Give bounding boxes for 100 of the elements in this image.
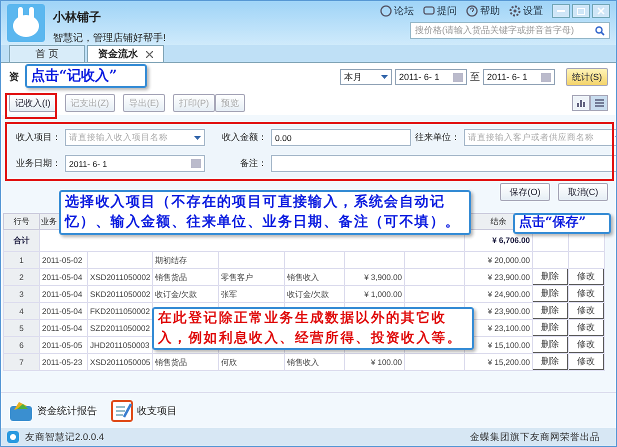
shortcut-link[interactable]: 收支项目 [111, 400, 177, 422]
field-label: 收入金额： [221, 131, 267, 144]
cancel-button[interactable]: 取消(C) [558, 183, 608, 201]
app-logo-icon [7, 431, 19, 443]
row-number: 3 [4, 286, 40, 302]
period-select[interactable]: 本月 [340, 69, 392, 85]
maximize-icon [577, 8, 585, 14]
version-text: 友商智慧记2.0.0.4 [25, 430, 104, 444]
shop-name: 小林铺子 [53, 9, 102, 26]
edit-button[interactable]: 修改 [569, 303, 604, 319]
header-link[interactable]: 提问 [423, 4, 457, 18]
close-icon[interactable] [146, 50, 153, 58]
callout: 在此登记除正常业务生成数据以外的其它收入，例如利息收入、经营所得、投资收入等。 [152, 307, 474, 350]
table-cell: 收订金/欠款 [284, 286, 344, 302]
table-cell: SKD2011050002 [88, 286, 152, 302]
calendar-icon [541, 72, 551, 82]
table-cell: 销售收入 [284, 268, 344, 286]
date-field[interactable]: 2011- 6- 1 [483, 69, 555, 85]
delete-button[interactable]: 删除 [533, 269, 568, 285]
close-icon [597, 7, 605, 15]
table-cell: ¥ 1,000.00 [344, 286, 404, 302]
minimize-icon [557, 10, 565, 12]
delete-button[interactable]: 删除 [533, 286, 568, 302]
edit-button[interactable]: 修改 [569, 269, 604, 285]
header-link[interactable]: 帮助 [466, 4, 500, 18]
row-number: 1 [4, 252, 40, 268]
credit-text: 金蝶集团旗下友商网荣誉出品 [470, 430, 600, 444]
row-number: 2 [4, 268, 40, 286]
edit-button[interactable]: 修改 [569, 337, 604, 353]
stats-button[interactable]: 统计(S) [566, 68, 608, 86]
close-button[interactable] [592, 4, 610, 18]
table-cell: 销售货品 [152, 354, 218, 370]
total-label: 合计 [4, 230, 40, 252]
table-cell: 张军 [218, 286, 284, 302]
checklist-icon [111, 400, 133, 422]
table-cell: 销售货品 [152, 268, 218, 286]
slogan: 智慧记，管理店铺好帮手! [53, 32, 166, 45]
tab[interactable]: 首 页 [9, 45, 85, 62]
highlight-frame [5, 93, 57, 119]
search-icon [595, 26, 605, 36]
amount-field[interactable]: 0.00 [271, 129, 411, 146]
folder-chart-icon [9, 400, 33, 422]
date-field[interactable]: 2011- 6- 1 [395, 69, 467, 85]
table-cell: 2011-05-04 [40, 320, 88, 336]
list-view-button[interactable] [590, 95, 608, 111]
callout: 点击“记收入” [25, 64, 147, 88]
tab[interactable]: 资金流水 [87, 45, 164, 62]
table-cell: ¥ 15,200.00 [464, 354, 532, 370]
table-cell: 2011-05-04 [40, 268, 88, 286]
table-cell: 何欣 [218, 354, 284, 370]
field-label: 往来单位： [415, 131, 460, 144]
dropdown-icon [381, 75, 388, 79]
row-number: 5 [4, 320, 40, 336]
shortcut-link[interactable]: 资金统计报告 [9, 400, 97, 422]
delete-button[interactable]: 删除 [533, 303, 568, 319]
settings-icon [509, 5, 521, 17]
column-header: 行号 [4, 214, 40, 230]
maximize-button[interactable] [572, 4, 590, 18]
bar-chart-icon [577, 99, 585, 107]
header-link[interactable]: 设置 [509, 4, 543, 18]
toolbar-button[interactable]: 记收入(I) [9, 94, 56, 112]
row-number: 4 [4, 302, 40, 320]
edit-button[interactable]: 修改 [569, 286, 604, 302]
delete-button[interactable]: 删除 [533, 354, 568, 370]
list-icon [594, 99, 604, 107]
table-cell: 2011-05-23 [40, 354, 88, 370]
table-cell: 2011-05-04 [40, 286, 88, 302]
table-cell: 2011-05-02 [40, 252, 88, 268]
edit-button[interactable]: 修改 [569, 320, 604, 336]
minimize-button[interactable] [552, 4, 570, 18]
note-field[interactable] [271, 155, 616, 172]
range-separator: 至 [470, 71, 480, 84]
page-title: 资 [9, 70, 19, 84]
date-field[interactable]: 2011- 6- 1 [65, 155, 205, 172]
calendar-icon [191, 159, 201, 168]
table-cell: ¥ 23,900.00 [464, 268, 532, 286]
bunny-avatar-icon [7, 4, 45, 42]
chart-view-button[interactable] [572, 95, 590, 111]
header-link[interactable]: 论坛 [380, 4, 414, 18]
save-button[interactable]: 保存(O) [500, 183, 550, 201]
table-cell: XSD2011050002 [88, 268, 152, 286]
table-cell: ¥ 24,900.00 [464, 286, 532, 302]
help-icon [466, 5, 478, 17]
calendar-icon [453, 72, 463, 82]
row-number: 7 [4, 354, 40, 370]
edit-button[interactable]: 修改 [569, 354, 604, 370]
field-label: 业务日期： [15, 157, 61, 170]
table-cell: 2011-05-05 [40, 336, 88, 354]
table-cell: 期初结存 [152, 252, 218, 268]
table-cell: 销售收入 [284, 354, 344, 370]
callout: 选择收入项目（不存在的项目可直接输入，系统会自动记忆）、输入金额、往来单位、业务日期、备注（可不填）。 [59, 190, 471, 235]
dropdown-icon [194, 136, 201, 140]
table-cell: 2011-05-04 [40, 302, 88, 320]
table-cell: 零售客户 [218, 268, 284, 286]
table-cell: ¥ 100.00 [344, 354, 404, 370]
row-number: 6 [4, 336, 40, 354]
table-cell: 收订金/欠款 [152, 286, 218, 302]
delete-button[interactable]: 删除 [533, 320, 568, 336]
field-label: 备注： [239, 157, 267, 170]
delete-button[interactable]: 删除 [533, 337, 568, 353]
